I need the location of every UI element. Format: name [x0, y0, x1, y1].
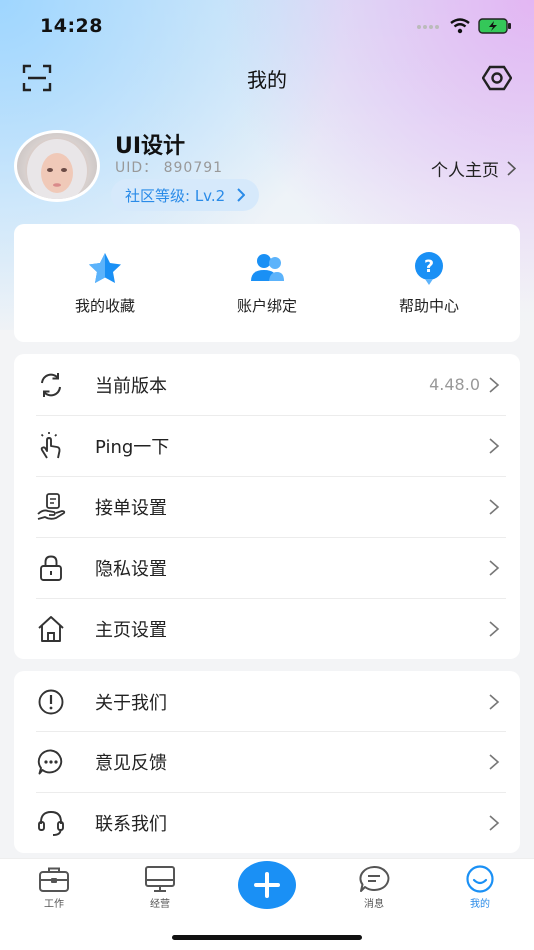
briefcase-icon	[39, 867, 69, 892]
user-name: UI设计	[115, 134, 186, 159]
menu-current-version[interactable]: 当前版本 4.48.0	[14, 354, 520, 415]
menu-order-settings-label: 接单设置	[95, 497, 167, 519]
star-icon	[89, 252, 121, 283]
monitor-icon	[145, 866, 175, 892]
menu-current-version-label: 当前版本	[95, 375, 167, 397]
headset-icon	[38, 811, 64, 836]
menu-ping-label: Ping一下	[95, 436, 170, 458]
quick-help-center[interactable]: ? 帮助中心	[359, 251, 499, 316]
menu-feedback[interactable]: 意见反馈	[14, 731, 520, 792]
help-icon: ?	[415, 251, 443, 285]
menu-privacy-settings[interactable]: 隐私设置	[14, 537, 520, 598]
page-title: 我的	[247, 67, 287, 92]
status-time: 14:28	[40, 15, 103, 37]
menu-contact-us[interactable]: 联系我们	[14, 792, 520, 853]
refresh-icon	[41, 373, 61, 397]
quick-account-binding-label: 账户绑定	[236, 296, 297, 315]
tap-icon	[40, 432, 61, 459]
personal-homepage-link[interactable]: 个人主页	[431, 156, 516, 181]
chat-dots-icon	[37, 749, 63, 775]
quick-help-center-label: 帮助中心	[398, 296, 459, 315]
tab-business[interactable]: 经营	[130, 865, 190, 910]
settings-icon[interactable]	[482, 64, 512, 92]
scan-icon[interactable]	[22, 64, 52, 92]
chevron-right-icon	[489, 754, 500, 770]
chevron-right-icon	[489, 560, 500, 576]
tab-business-label: 经营	[150, 899, 170, 910]
smile-icon	[466, 865, 494, 893]
personal-homepage-label: 个人主页	[431, 161, 499, 181]
menu-contact-us-label: 联系我们	[95, 813, 167, 835]
battery-icon	[478, 18, 511, 34]
tab-mine[interactable]: 我的	[450, 865, 510, 910]
lock-icon	[40, 555, 62, 581]
order-hand-icon	[37, 493, 66, 520]
home-indicator	[172, 935, 362, 940]
chevron-right-icon	[489, 621, 500, 637]
user-uid: UID： 890791	[115, 160, 224, 176]
community-level-label: 社区等级: Lv.2	[125, 186, 226, 205]
menu-homepage-settings[interactable]: 主页设置	[14, 598, 520, 659]
profile-section: UI设计 UID： 890791 社区等级: Lv.2 个人主页	[0, 124, 534, 214]
menu-feedback-label: 意见反馈	[95, 752, 167, 774]
chevron-right-icon	[489, 694, 500, 710]
tab-work[interactable]: 工作	[24, 865, 84, 910]
menu-homepage-settings-label: 主页设置	[95, 619, 167, 641]
quick-favorites-label: 我的收藏	[74, 296, 135, 315]
quick-actions-card: 我的收藏 账户绑定 ? 帮助中心	[14, 224, 520, 342]
wifi-icon	[450, 18, 470, 34]
tab-messages[interactable]: 消息	[344, 865, 404, 910]
status-icons	[416, 18, 512, 34]
community-level-badge[interactable]: 社区等级: Lv.2	[111, 179, 260, 211]
signal-icon	[417, 25, 439, 29]
info-circle-icon	[38, 689, 64, 715]
chevron-right-icon	[489, 815, 500, 831]
status-bar: 14:28	[0, 0, 534, 52]
avatar[interactable]	[14, 130, 100, 202]
avatar-portrait	[27, 139, 87, 199]
chevron-right-icon	[489, 377, 500, 393]
nav-bar: 我的	[0, 52, 534, 104]
quick-favorites[interactable]: 我的收藏	[35, 251, 175, 316]
menu-order-settings[interactable]: 接单设置	[14, 476, 520, 537]
message-icon	[359, 865, 390, 892]
plus-icon	[254, 872, 280, 898]
quick-account-binding[interactable]: 账户绑定	[197, 251, 337, 316]
chevron-right-icon	[507, 161, 516, 176]
chevron-right-icon	[489, 499, 500, 515]
users-icon	[251, 253, 284, 281]
svg-text:?: ?	[424, 257, 434, 277]
home-icon	[38, 616, 64, 642]
menu-about-us-label: 关于我们	[95, 692, 167, 714]
add-button[interactable]	[238, 861, 296, 909]
menu-about-us[interactable]: 关于我们	[14, 671, 520, 732]
tab-messages-label: 消息	[364, 899, 384, 910]
menu-ping[interactable]: Ping一下	[14, 415, 520, 476]
app-version-value: 4.48.0	[429, 375, 480, 394]
menu-privacy-settings-label: 隐私设置	[95, 558, 167, 580]
tab-mine-label: 我的	[470, 899, 490, 910]
tab-work-label: 工作	[44, 899, 64, 910]
chevron-right-icon	[237, 188, 246, 202]
chevron-right-icon	[489, 438, 500, 454]
